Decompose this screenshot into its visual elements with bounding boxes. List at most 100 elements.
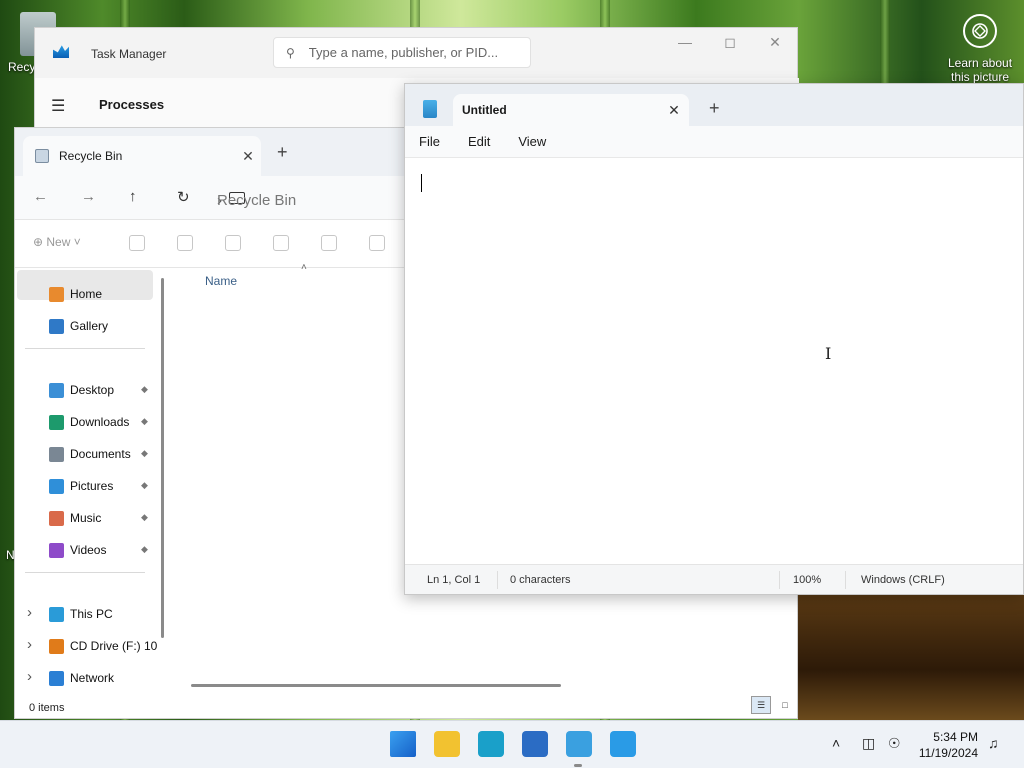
- clock[interactable]: 5:34 PM 11/19/2024: [914, 729, 978, 761]
- new-label: New: [46, 235, 71, 249]
- pin-icon: ◆: [141, 512, 148, 522]
- chevron-right-icon[interactable]: ›: [27, 604, 32, 621]
- breadcrumb-item[interactable]: Recycle Bin: [217, 192, 296, 209]
- chevron-right-icon[interactable]: ›: [27, 668, 32, 685]
- tiles-view-button[interactable]: □: [775, 696, 795, 714]
- new-tab-button[interactable]: +: [709, 98, 720, 119]
- hamburger-menu-icon[interactable]: ☰: [51, 96, 65, 116]
- sidebar-item-home[interactable]: Home: [49, 284, 102, 304]
- taskbar: ˄ ◫ ☉ 5:34 PM 11/19/2024 ♫: [0, 720, 1024, 768]
- sidebar-item-label: Network: [70, 671, 115, 685]
- tab-untitled[interactable]: Untitled ✕: [453, 94, 689, 126]
- file-explorer-taskbar[interactable]: [434, 731, 460, 757]
- horizontal-scrollbar[interactable]: [191, 684, 561, 687]
- rename-icon[interactable]: [273, 235, 289, 251]
- notepad-window[interactable]: Untitled ✕ + File Edit View I Ln 1, Col …: [404, 83, 1024, 595]
- notepad-taskbar[interactable]: [566, 731, 592, 757]
- task-manager-titlebar[interactable]: Task Manager ⚲ Type a name, publisher, o…: [35, 28, 797, 78]
- wallpaper-ground: [798, 595, 1024, 720]
- minimize-button[interactable]: —: [665, 34, 705, 54]
- notepad-status-bar: Ln 1, Col 1 0 characters 100% Windows (C…: [405, 564, 1023, 594]
- sidebar-item-desktop[interactable]: Desktop: [49, 380, 114, 400]
- share-icon[interactable]: [321, 235, 337, 251]
- sidebar-item-network[interactable]: Network: [49, 668, 114, 688]
- cut-icon[interactable]: [129, 235, 145, 251]
- file-list: ˄ Name: [173, 262, 405, 695]
- sidebar-item-this-pc[interactable]: This PC: [49, 604, 113, 624]
- sidebar-item-cd-drive-f-10[interactable]: CD Drive (F:) 10: [49, 636, 157, 656]
- chevron-right-icon[interactable]: ›: [27, 636, 32, 653]
- camera-icon: [963, 14, 997, 48]
- edge-taskbar[interactable]: [478, 731, 504, 757]
- maximize-button[interactable]: ◻: [710, 34, 750, 54]
- notification-bell-icon[interactable]: ♫: [988, 735, 999, 751]
- pin-icon: ◆: [141, 480, 148, 490]
- chevron-up-icon[interactable]: ˄: [832, 735, 840, 751]
- sort-caret-icon: ˄: [301, 262, 307, 273]
- text-editor[interactable]: I: [405, 158, 1023, 564]
- column-header-name[interactable]: Name: [205, 274, 237, 288]
- menu-view[interactable]: View: [518, 134, 546, 149]
- new-button[interactable]: ⊕ New ˅: [33, 235, 81, 249]
- tab-recycle-bin[interactable]: Recycle Bin ✕: [23, 136, 261, 176]
- pin-icon: ◆: [141, 416, 148, 426]
- sidebar-item-downloads[interactable]: Downloads: [49, 412, 129, 432]
- forward-arrow-icon[interactable]: →: [81, 188, 96, 205]
- start-button[interactable]: [390, 731, 416, 757]
- sidebar-item-gallery[interactable]: Gallery: [49, 316, 108, 336]
- tab-title: Recycle Bin: [59, 149, 123, 163]
- menu-edit[interactable]: Edit: [468, 134, 490, 149]
- window-title: Task Manager: [91, 47, 167, 61]
- sidebar-item-pictures[interactable]: Pictures: [49, 476, 113, 496]
- network-icon: [49, 670, 64, 686]
- details-view-button[interactable]: ☰: [751, 696, 771, 714]
- menu-file[interactable]: File: [419, 134, 440, 149]
- pin-icon: ◆: [141, 448, 148, 458]
- search-input[interactable]: Type a name, publisher, or PID...: [309, 45, 498, 60]
- desktop-icon-label: Recy: [8, 60, 36, 74]
- back-arrow-icon[interactable]: ←: [33, 188, 48, 205]
- cursor-position: Ln 1, Col 1: [427, 574, 481, 586]
- gallery-icon: [49, 318, 64, 334]
- search-box[interactable]: ⚲ Type a name, publisher, or PID...: [273, 37, 531, 68]
- network-status-icon[interactable]: ◫: [862, 735, 875, 752]
- item-count: 0 items: [29, 702, 65, 714]
- sidebar-item-label: Home: [70, 287, 103, 301]
- sidebar-item-label: Videos: [70, 543, 107, 557]
- text-caret: [421, 174, 422, 192]
- refresh-icon[interactable]: ↻: [177, 188, 190, 206]
- breadcrumb[interactable]: › Recycle Bin: [217, 180, 417, 216]
- home-icon: [49, 286, 64, 302]
- clock-date: 11/19/2024: [918, 746, 978, 760]
- notepad-tab-bar: Untitled ✕ +: [405, 84, 1023, 126]
- new-tab-button[interactable]: +: [277, 142, 288, 163]
- paste-icon[interactable]: [225, 235, 241, 251]
- store-taskbar[interactable]: [522, 731, 548, 757]
- sidebar-item-music[interactable]: Music: [49, 508, 101, 528]
- notepad-icon: [423, 100, 437, 118]
- divider: [497, 571, 498, 589]
- menu-bar: File Edit View: [405, 126, 1023, 158]
- volume-muted-icon[interactable]: ☉: [888, 735, 901, 752]
- pin-icon: ◆: [141, 384, 148, 394]
- copy-icon[interactable]: [177, 235, 193, 251]
- sidebar-item-videos[interactable]: Videos: [49, 540, 106, 560]
- close-tab-icon[interactable]: ✕: [659, 102, 689, 119]
- pictures-icon: [49, 478, 64, 494]
- sidebar-scrollbar[interactable]: [161, 278, 164, 638]
- spotlight-widget[interactable]: Learn about this picture: [940, 10, 1020, 84]
- up-arrow-icon[interactable]: ↑: [129, 188, 137, 205]
- sidebar-item-label: Desktop: [70, 383, 115, 397]
- sidebar-item-label: Downloads: [70, 415, 130, 429]
- character-count: 0 characters: [510, 574, 571, 586]
- documents-icon: [49, 446, 64, 462]
- sidebar-item-documents[interactable]: Documents: [49, 444, 131, 464]
- close-tab-icon[interactable]: ✕: [235, 148, 261, 165]
- close-button[interactable]: ✕: [755, 34, 795, 54]
- desktop-icon: [49, 382, 64, 398]
- delete-icon[interactable]: [369, 235, 385, 251]
- page-title: Processes: [99, 97, 165, 112]
- tab-title: Untitled: [462, 103, 507, 117]
- recycle-bin-icon: [35, 149, 49, 163]
- task-manager-taskbar[interactable]: [610, 731, 636, 757]
